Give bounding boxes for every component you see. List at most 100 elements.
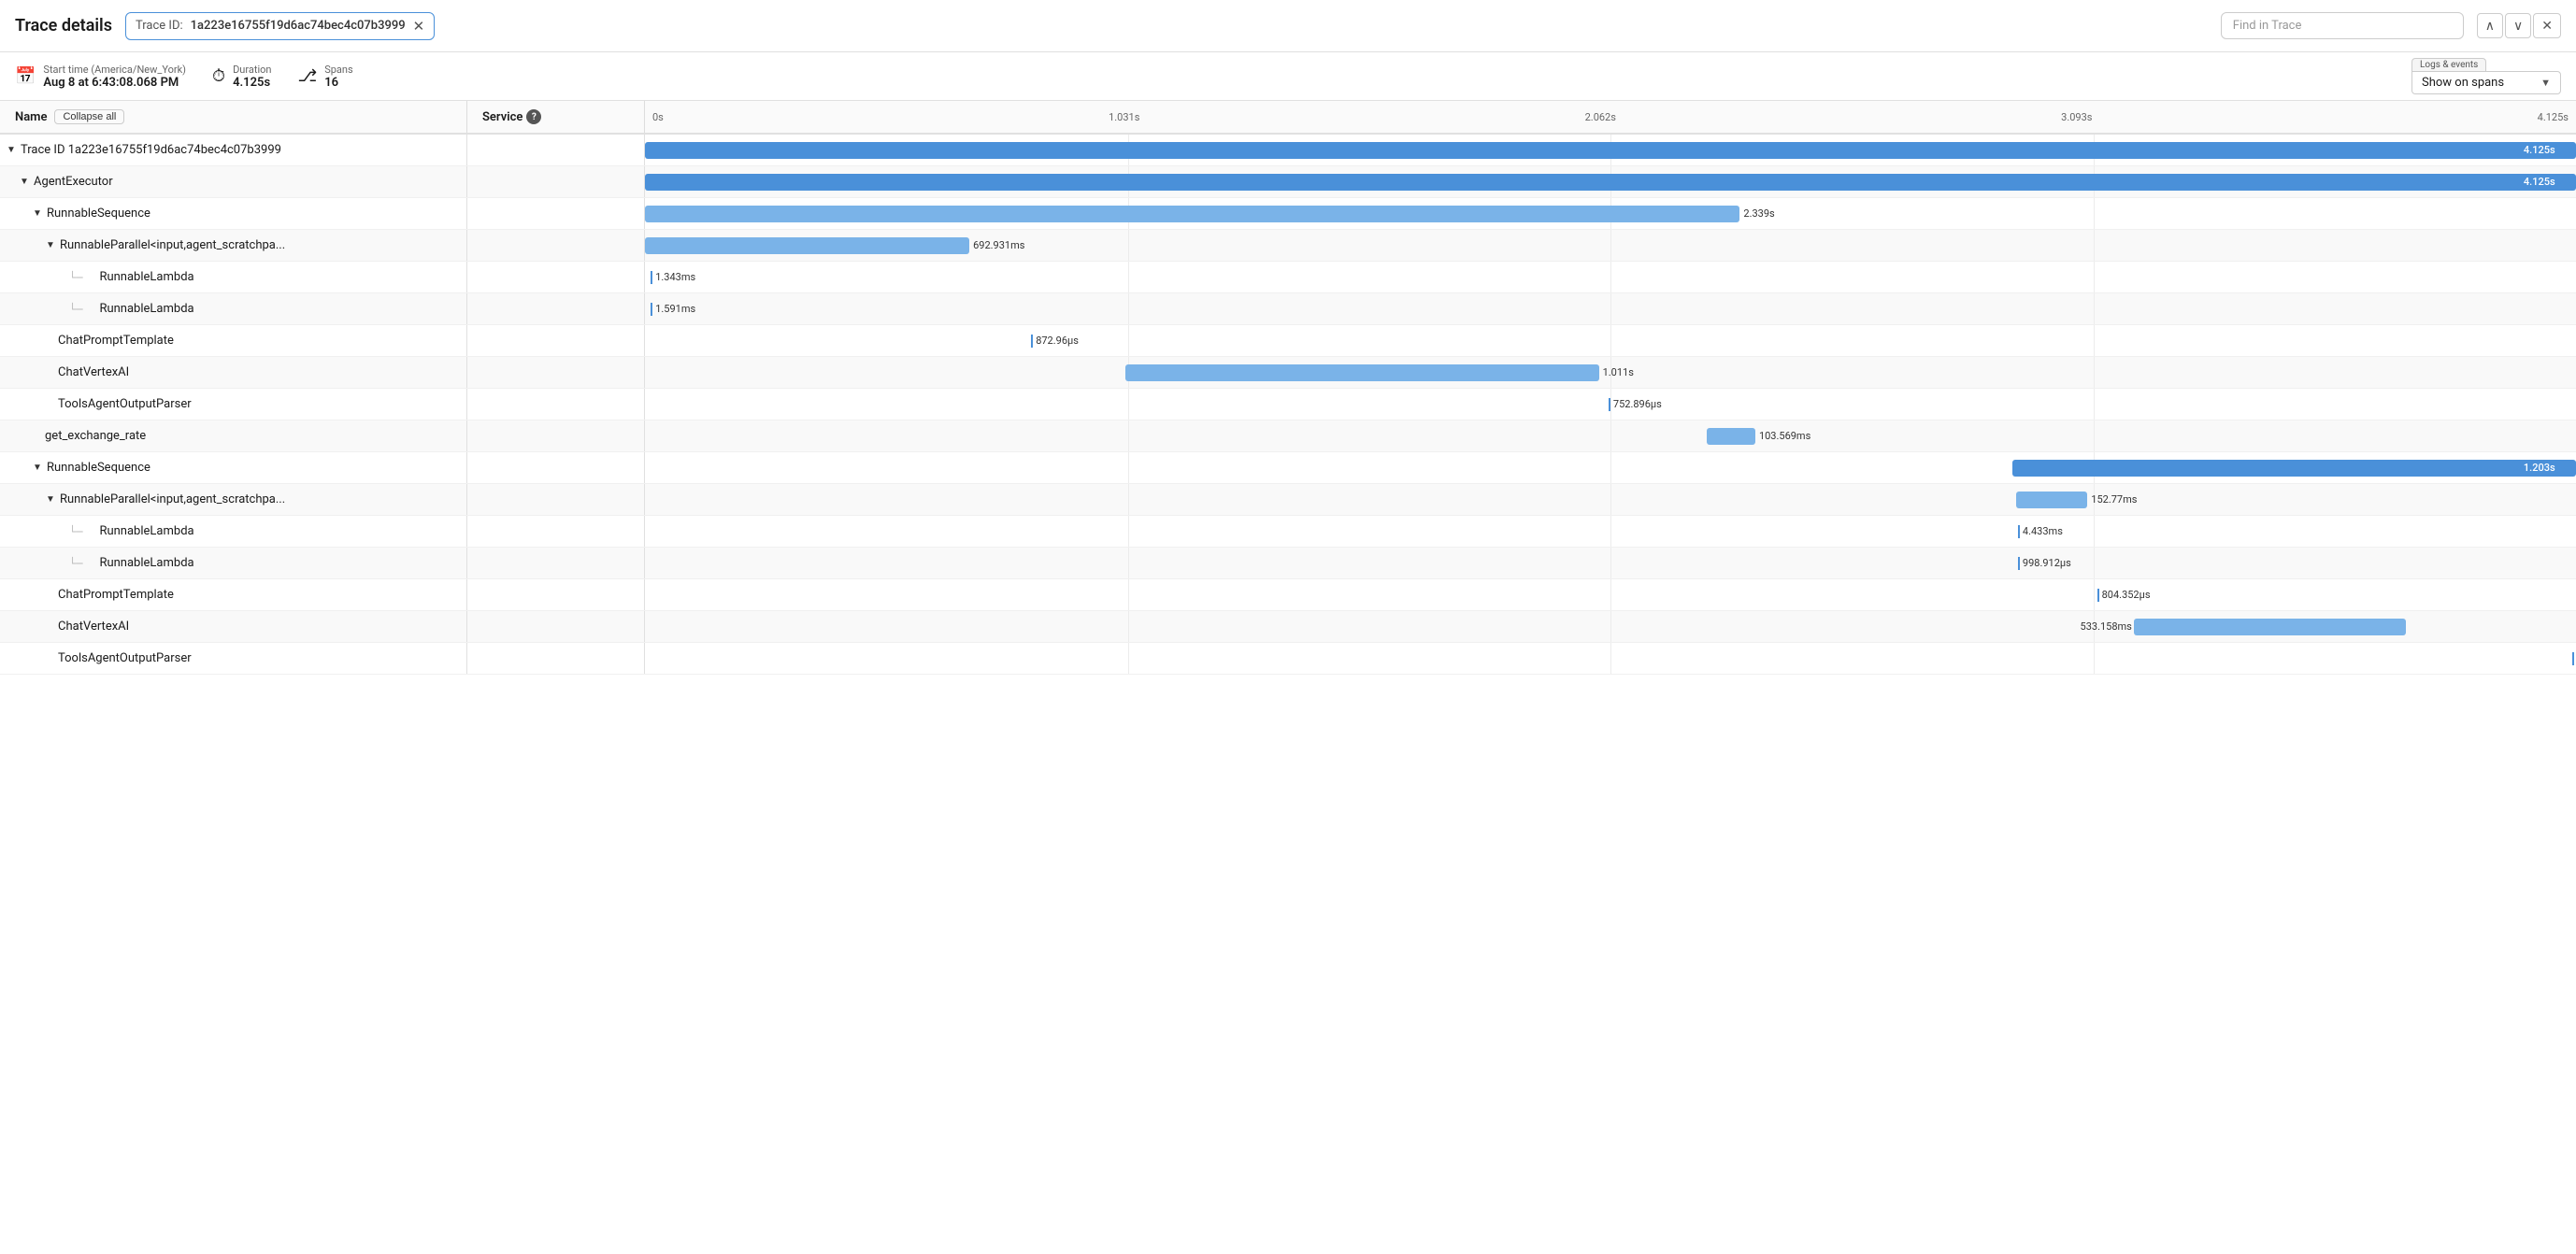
table-row: ▼RunnableParallel<input,agent_scratchpa.… bbox=[0, 484, 2576, 516]
logs-events-label: Logs & events bbox=[2411, 58, 2486, 71]
row-service-cell bbox=[467, 198, 645, 229]
row-name-cell: ChatPromptTemplate bbox=[0, 325, 467, 356]
span-bar bbox=[645, 206, 1739, 222]
row-name-cell: └─RunnableLambda bbox=[0, 262, 467, 292]
row-name-cell: ChatVertexAI bbox=[0, 357, 467, 388]
header: Trace details Trace ID: 1a223e16755f19d6… bbox=[0, 0, 2576, 52]
logs-events-dropdown[interactable]: Show on spans ▼ bbox=[2411, 71, 2561, 94]
spans-label: Spans bbox=[324, 64, 352, 76]
span-bar bbox=[645, 237, 969, 254]
row-name-cell: └─RunnableLambda bbox=[0, 293, 467, 324]
row-service-cell bbox=[467, 484, 645, 515]
span-name: Trace ID 1a223e16755f19d6ac74bec4c07b399… bbox=[21, 143, 281, 157]
span-bar bbox=[2134, 619, 2406, 635]
header-close-button[interactable]: ✕ bbox=[2533, 13, 2561, 38]
span-label: 752.896µs bbox=[1613, 398, 1662, 410]
table-row: ToolsAgentOutputParser 752.896µs bbox=[0, 389, 2576, 420]
collapse-icon[interactable]: ▼ bbox=[30, 207, 45, 221]
row-timeline-cell: 692.931ms bbox=[645, 230, 2576, 261]
col-service-label: Service bbox=[482, 110, 522, 124]
span-bar-label: 1.011s bbox=[1603, 366, 1634, 378]
nav-down-button[interactable]: ∨ bbox=[2505, 13, 2531, 38]
dropdown-chevron-icon: ▼ bbox=[2540, 77, 2551, 89]
row-timeline-cell: 1.203s bbox=[645, 452, 2576, 483]
collapse-icon[interactable]: ▼ bbox=[43, 492, 58, 507]
row-name-cell: ▼RunnableSequence bbox=[0, 452, 467, 483]
table-row: ▼RunnableSequence2.339s bbox=[0, 198, 2576, 230]
nav-up-button[interactable]: ∧ bbox=[2477, 13, 2503, 38]
row-timeline-cell: 1.343ms bbox=[645, 262, 2576, 292]
span-name: ChatPromptTemplate bbox=[58, 334, 174, 348]
collapse-icon[interactable]: ▼ bbox=[30, 461, 45, 476]
span-bar-label: 533.158ms bbox=[2081, 620, 2132, 633]
span-name: RunnableLambda bbox=[99, 302, 193, 316]
row-name-cell: ▼Trace ID 1a223e16755f19d6ac74bec4c07b39… bbox=[0, 135, 467, 165]
duration-meta: ⏱ Duration 4.125s bbox=[212, 64, 271, 90]
span-bar-label: 1.203s bbox=[2524, 462, 2555, 474]
span-bar-label: 692.931ms bbox=[973, 239, 1024, 251]
row-name-cell: ToolsAgentOutputParser bbox=[0, 389, 467, 420]
spans-value: 16 bbox=[324, 76, 352, 90]
table-row: ▼RunnableParallel<input,agent_scratchpa.… bbox=[0, 230, 2576, 262]
find-in-trace-input[interactable]: Find in Trace bbox=[2221, 12, 2464, 39]
row-service-cell bbox=[467, 452, 645, 483]
row-service-cell bbox=[467, 262, 645, 292]
row-name-cell: ChatVertexAI bbox=[0, 611, 467, 642]
row-timeline-cell: 752.896µs bbox=[645, 389, 2576, 420]
collapse-all-button[interactable]: Collapse all bbox=[54, 109, 124, 124]
span-name: ToolsAgentOutputParser bbox=[58, 397, 192, 411]
row-name-cell: └─RunnableLambda bbox=[0, 516, 467, 547]
row-name-cell: ChatPromptTemplate bbox=[0, 579, 467, 610]
span-name: ToolsAgentOutputParser bbox=[58, 651, 192, 665]
row-service-cell bbox=[467, 230, 645, 261]
row-service-cell bbox=[467, 516, 645, 547]
nav-buttons: ∧ ∨ ✕ bbox=[2477, 13, 2561, 38]
table-row: get_exchange_rate103.569ms bbox=[0, 420, 2576, 452]
logs-events-container: Logs & events Show on spans ▼ bbox=[2411, 58, 2561, 94]
span-name: RunnableLambda bbox=[99, 556, 193, 570]
table-row: ChatPromptTemplate804.352µs bbox=[0, 579, 2576, 611]
duration-value: 4.125s bbox=[233, 76, 271, 90]
row-service-cell bbox=[467, 357, 645, 388]
row-timeline-cell: 998.912µs bbox=[645, 548, 2576, 578]
collapse-icon[interactable]: ▼ bbox=[43, 238, 58, 253]
row-service-cell bbox=[467, 389, 645, 420]
row-service-cell bbox=[467, 548, 645, 578]
row-timeline-cell: 4.433ms bbox=[645, 516, 2576, 547]
trace-id-box: Trace ID: 1a223e16755f19d6ac74bec4c07b39… bbox=[125, 12, 435, 40]
row-timeline-cell: 533.158ms bbox=[645, 611, 2576, 642]
span-name: RunnableLambda bbox=[99, 270, 193, 284]
spans-icon: ⎇ bbox=[297, 66, 317, 86]
row-name-cell: ▼RunnableParallel<input,agent_scratchpa.… bbox=[0, 230, 467, 261]
row-service-cell bbox=[467, 579, 645, 610]
span-bar bbox=[2012, 460, 2576, 477]
timer-icon: ⏱ bbox=[212, 66, 225, 86]
table-row: ▼AgentExecutor4.125s bbox=[0, 166, 2576, 198]
trace-id-label: Trace ID: bbox=[136, 19, 183, 33]
subheader: 📅 Start time (America/New_York) Aug 8 at… bbox=[0, 52, 2576, 101]
row-timeline-cell: 872.96µs bbox=[645, 325, 2576, 356]
row-name-cell: ToolsAgentOutputParser bbox=[0, 643, 467, 674]
trace-id-clear-icon[interactable]: ✕ bbox=[413, 18, 425, 35]
trace-id-value: 1a223e16755f19d6ac74bec4c07b3999 bbox=[191, 19, 406, 33]
row-service-cell bbox=[467, 293, 645, 324]
table-row: └─RunnableLambda 1.343ms bbox=[0, 262, 2576, 293]
col-name-header: Name Collapse all bbox=[0, 101, 467, 133]
span-label: 1.591ms bbox=[655, 303, 695, 315]
row-service-cell bbox=[467, 643, 645, 674]
row-name-cell: ▼RunnableSequence bbox=[0, 198, 467, 229]
help-icon[interactable]: ? bbox=[526, 109, 541, 124]
start-time-label: Start time (America/New_York) bbox=[43, 64, 186, 76]
span-bar-label: 152.77ms bbox=[2091, 493, 2137, 506]
collapse-icon[interactable]: ▼ bbox=[17, 175, 32, 190]
span-bar-label: 4.125s bbox=[2524, 176, 2555, 188]
row-timeline-cell: 4.125s bbox=[645, 135, 2576, 165]
main-content: Name Collapse all Service ? 0s1.031s2.06… bbox=[0, 101, 2576, 1254]
collapse-icon[interactable]: ▼ bbox=[4, 143, 19, 158]
calendar-icon: 📅 bbox=[15, 66, 36, 86]
table-row: └─RunnableLambda 4.433ms bbox=[0, 516, 2576, 548]
span-label: 872.96µs bbox=[1036, 335, 1079, 347]
table-row: └─RunnableLambda998.912µs bbox=[0, 548, 2576, 579]
span-bar bbox=[1707, 428, 1755, 445]
span-bar-label: 103.569ms bbox=[1759, 430, 1810, 442]
